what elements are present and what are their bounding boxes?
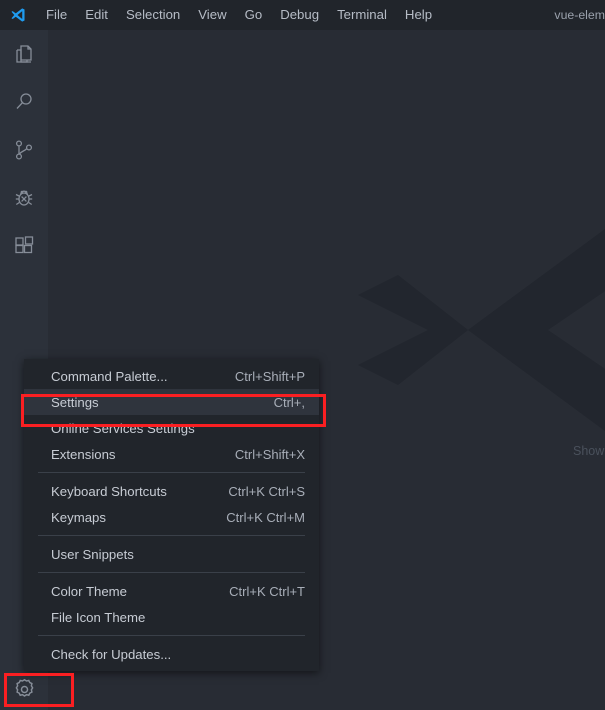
menubar-item-terminal[interactable]: Terminal — [328, 0, 396, 30]
sidebar-item-source-control[interactable] — [0, 126, 48, 174]
menu-item-label: User Snippets — [51, 547, 281, 562]
search-icon — [12, 90, 36, 114]
source-control-icon — [12, 138, 36, 162]
menu-item-extensions[interactable]: Extensions Ctrl+Shift+X — [24, 441, 319, 467]
bug-icon — [12, 186, 36, 210]
menu-item-label: Online Services Settings — [51, 421, 281, 436]
menu-item-keybinding: Ctrl+, — [250, 395, 305, 410]
sidebar-item-manage[interactable] — [0, 668, 48, 710]
menu-item-keybinding: Ctrl+Shift+P — [211, 369, 305, 384]
vscode-watermark-logo — [358, 180, 605, 480]
menu-item-color-theme[interactable]: Color Theme Ctrl+K Ctrl+T — [24, 578, 319, 604]
menubar-item-go[interactable]: Go — [236, 0, 272, 30]
watermark-shortcuts: Show All Commands — [573, 440, 605, 462]
menu-item-keybinding: Ctrl+K Ctrl+M — [202, 510, 305, 525]
menu-separator — [38, 635, 305, 636]
menu-item-keybinding: Ctrl+Shift+X — [211, 447, 305, 462]
watermark-shortcut-row: Show All Commands — [573, 440, 605, 462]
menu-item-keyboard-shortcuts[interactable]: Keyboard Shortcuts Ctrl+K Ctrl+S — [24, 478, 319, 504]
activity-bar-bottom — [0, 668, 48, 710]
menu-item-user-snippets[interactable]: User Snippets — [24, 541, 319, 567]
menubar-item-edit[interactable]: Edit — [76, 0, 117, 30]
sidebar-item-extensions[interactable] — [0, 222, 48, 270]
menu-separator — [38, 472, 305, 473]
menubar-item-debug[interactable]: Debug — [271, 0, 328, 30]
menu-item-label: Keymaps — [51, 510, 202, 525]
menu-item-keymaps[interactable]: Keymaps Ctrl+K Ctrl+M — [24, 504, 319, 530]
menu-item-online-services-settings[interactable]: Online Services Settings — [24, 415, 319, 441]
sidebar-item-explorer[interactable] — [0, 30, 48, 78]
menu-item-file-icon-theme[interactable]: File Icon Theme — [24, 604, 319, 630]
menu-separator — [38, 572, 305, 573]
menubar: File Edit Selection View Go Debug Termin… — [37, 0, 441, 30]
sidebar-item-search[interactable] — [0, 78, 48, 126]
vscode-window: File Edit Selection View Go Debug Termin… — [0, 0, 605, 710]
menubar-item-view[interactable]: View — [189, 0, 235, 30]
menu-item-label: Color Theme — [51, 584, 205, 599]
manage-context-menu: Command Palette... Ctrl+Shift+P Settings… — [24, 359, 319, 671]
menu-item-label: File Icon Theme — [51, 610, 281, 625]
menu-item-label: Extensions — [51, 447, 211, 462]
menu-item-keybinding: Ctrl+K Ctrl+S — [204, 484, 305, 499]
menubar-item-help[interactable]: Help — [396, 0, 441, 30]
menu-separator — [38, 535, 305, 536]
files-icon — [12, 42, 36, 66]
menu-item-label: Keyboard Shortcuts — [51, 484, 204, 499]
vscode-logo-icon — [7, 4, 29, 26]
menu-item-keybinding: Ctrl+K Ctrl+T — [205, 584, 305, 599]
gear-icon — [12, 677, 37, 702]
extensions-icon — [12, 234, 36, 258]
menu-item-label: Check for Updates... — [51, 647, 281, 662]
menu-item-label: Settings — [51, 395, 250, 410]
sidebar-item-debug[interactable] — [0, 174, 48, 222]
menubar-item-file[interactable]: File — [37, 0, 76, 30]
menu-item-command-palette[interactable]: Command Palette... Ctrl+Shift+P — [24, 363, 319, 389]
titlebar: File Edit Selection View Go Debug Termin… — [0, 0, 605, 30]
menu-item-settings[interactable]: Settings Ctrl+, — [24, 389, 319, 415]
window-title: vue-elem — [554, 0, 605, 30]
menu-item-label: Command Palette... — [51, 369, 211, 384]
menubar-item-selection[interactable]: Selection — [117, 0, 189, 30]
menu-item-check-for-updates[interactable]: Check for Updates... — [24, 641, 319, 667]
